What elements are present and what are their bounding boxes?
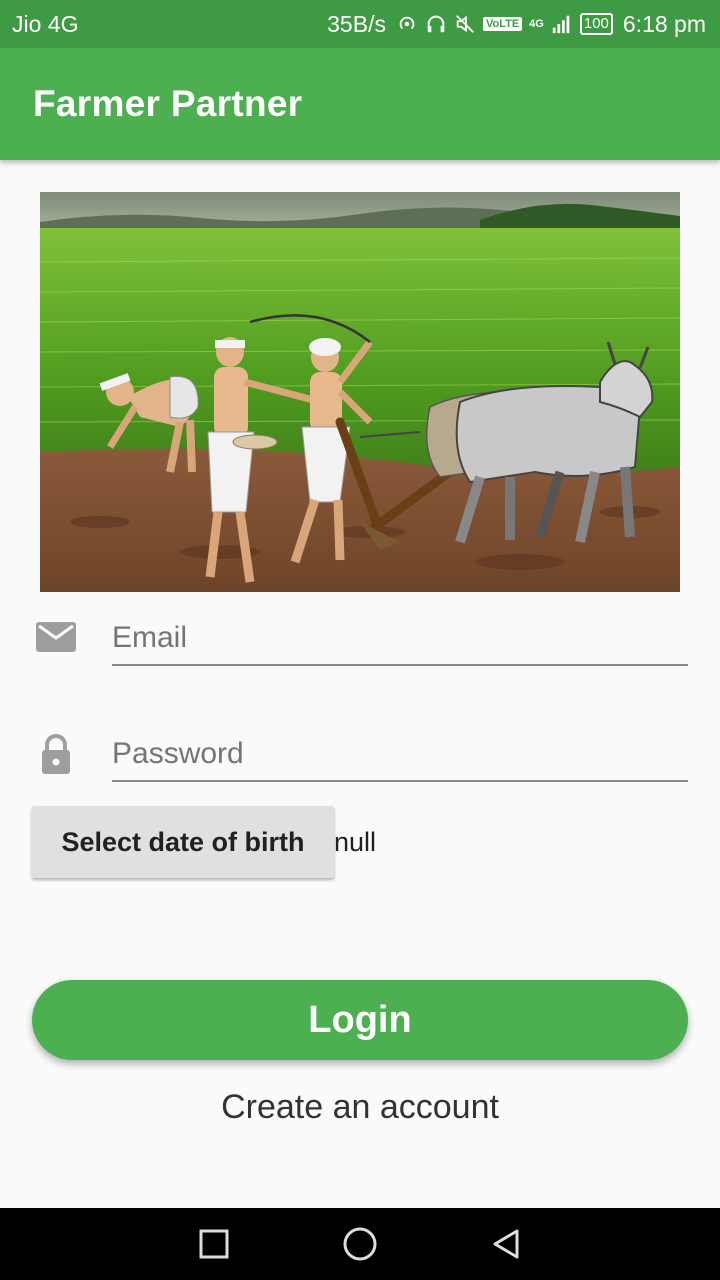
status-icons: VoLTE 4G 100	[396, 13, 613, 35]
password-field[interactable]	[112, 728, 688, 782]
create-account-link[interactable]: Create an account	[0, 1088, 720, 1127]
volte-badge: VoLTE	[482, 17, 523, 31]
password-row	[32, 716, 688, 806]
signal-icon	[552, 15, 570, 34]
app-title: Farmer Partner	[33, 83, 303, 124]
recents-icon[interactable]	[196, 1226, 232, 1262]
email-field[interactable]	[112, 612, 688, 666]
back-icon[interactable]	[488, 1226, 524, 1262]
dob-row: Select date of birth null	[32, 806, 376, 878]
dob-value: null	[334, 826, 377, 857]
network-type: 4G	[529, 18, 544, 30]
battery-indicator: 100	[579, 13, 613, 35]
hero-image	[40, 192, 680, 592]
status-bar: Jio 4G 35B/s VoLTE 4G 100 6:18 pm	[0, 0, 720, 48]
farmers-ploughing-illustration	[40, 192, 680, 592]
email-icon	[36, 622, 76, 652]
system-nav-bar	[0, 1208, 720, 1280]
status-right: 35B/s VoLTE 4G 100 6:18 pm	[327, 11, 706, 38]
mute-icon	[456, 15, 474, 33]
app-bar: Farmer Partner	[0, 48, 720, 160]
select-dob-button[interactable]: Select date of birth	[32, 806, 334, 878]
clock: 6:18 pm	[622, 10, 706, 37]
headphones-icon	[427, 15, 445, 33]
carrier-label: Jio 4G	[12, 10, 79, 37]
email-row	[32, 600, 688, 690]
login-button[interactable]: Login	[32, 980, 688, 1060]
hotspot-icon	[399, 16, 415, 30]
lock-icon	[42, 734, 70, 774]
network-speed: 35B/s	[327, 10, 386, 37]
home-icon[interactable]	[342, 1226, 378, 1262]
